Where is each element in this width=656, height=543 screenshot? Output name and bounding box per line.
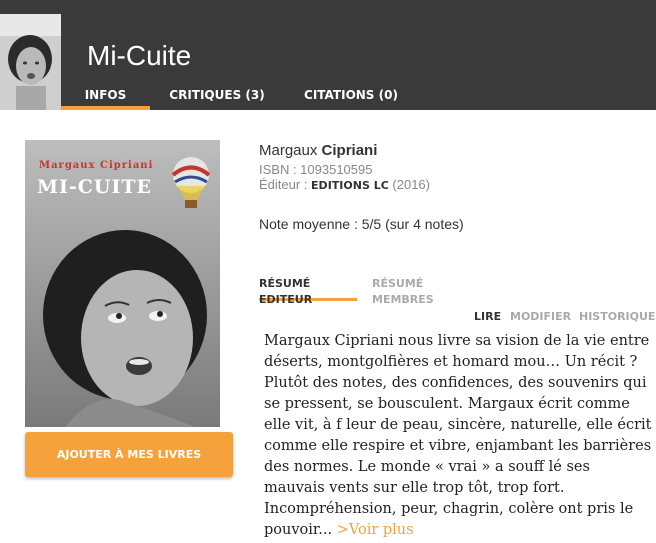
cover-author-text: Margaux Cipriani [39,160,154,171]
book-cover-image: Margaux Cipriani MI-CUITE [25,140,220,427]
tab-infos[interactable]: INFOS [61,82,150,110]
tab-resume-membres[interactable]: RÉSUMÉ MEMBRES [372,276,484,306]
tab-citations[interactable]: CITATIONS (0) [299,82,403,110]
edit-action[interactable]: MODIFIER [510,310,571,323]
see-more-link[interactable]: >Voir plus [337,522,414,538]
history-action[interactable]: HISTORIQUE [579,310,655,323]
average-rating: Note moyenne : 5/5 (sur 4 notes) [259,216,464,232]
tab-critiques[interactable]: CRITIQUES (3) [167,82,267,110]
read-action[interactable]: LIRE [474,310,501,323]
editor-label: Éditeur : [259,177,308,192]
add-to-my-books-button[interactable]: AJOUTER À MES LIVRES [25,432,233,477]
author-first-name: Margaux [259,142,318,159]
editor-line: Éditeur : EDITIONS LC (2016) [259,177,430,192]
summary-text-block: Margaux Cipriani nous livre sa vision de… [264,331,654,541]
summary-text: Margaux Cipriani nous livre sa vision de… [264,333,652,538]
book-header: Mi-Cuite INFOS CRITIQUES (3) CITATIONS (… [0,0,656,110]
book-title: Mi-Cuite [87,40,192,71]
book-cover-thumbnail[interactable] [0,14,61,110]
isbn-line: ISBN : 1093510595 [259,162,373,177]
editor-name[interactable]: EDITIONS LC [311,179,389,192]
publication-year: (2016) [392,177,430,192]
cover-title-text: MI-CUITE [37,176,153,198]
author-name[interactable]: Margaux Cipriani [259,142,377,159]
author-last-name: Cipriani [321,142,378,159]
tab-resume-editeur[interactable]: RÉSUMÉ EDITEUR [259,276,357,306]
